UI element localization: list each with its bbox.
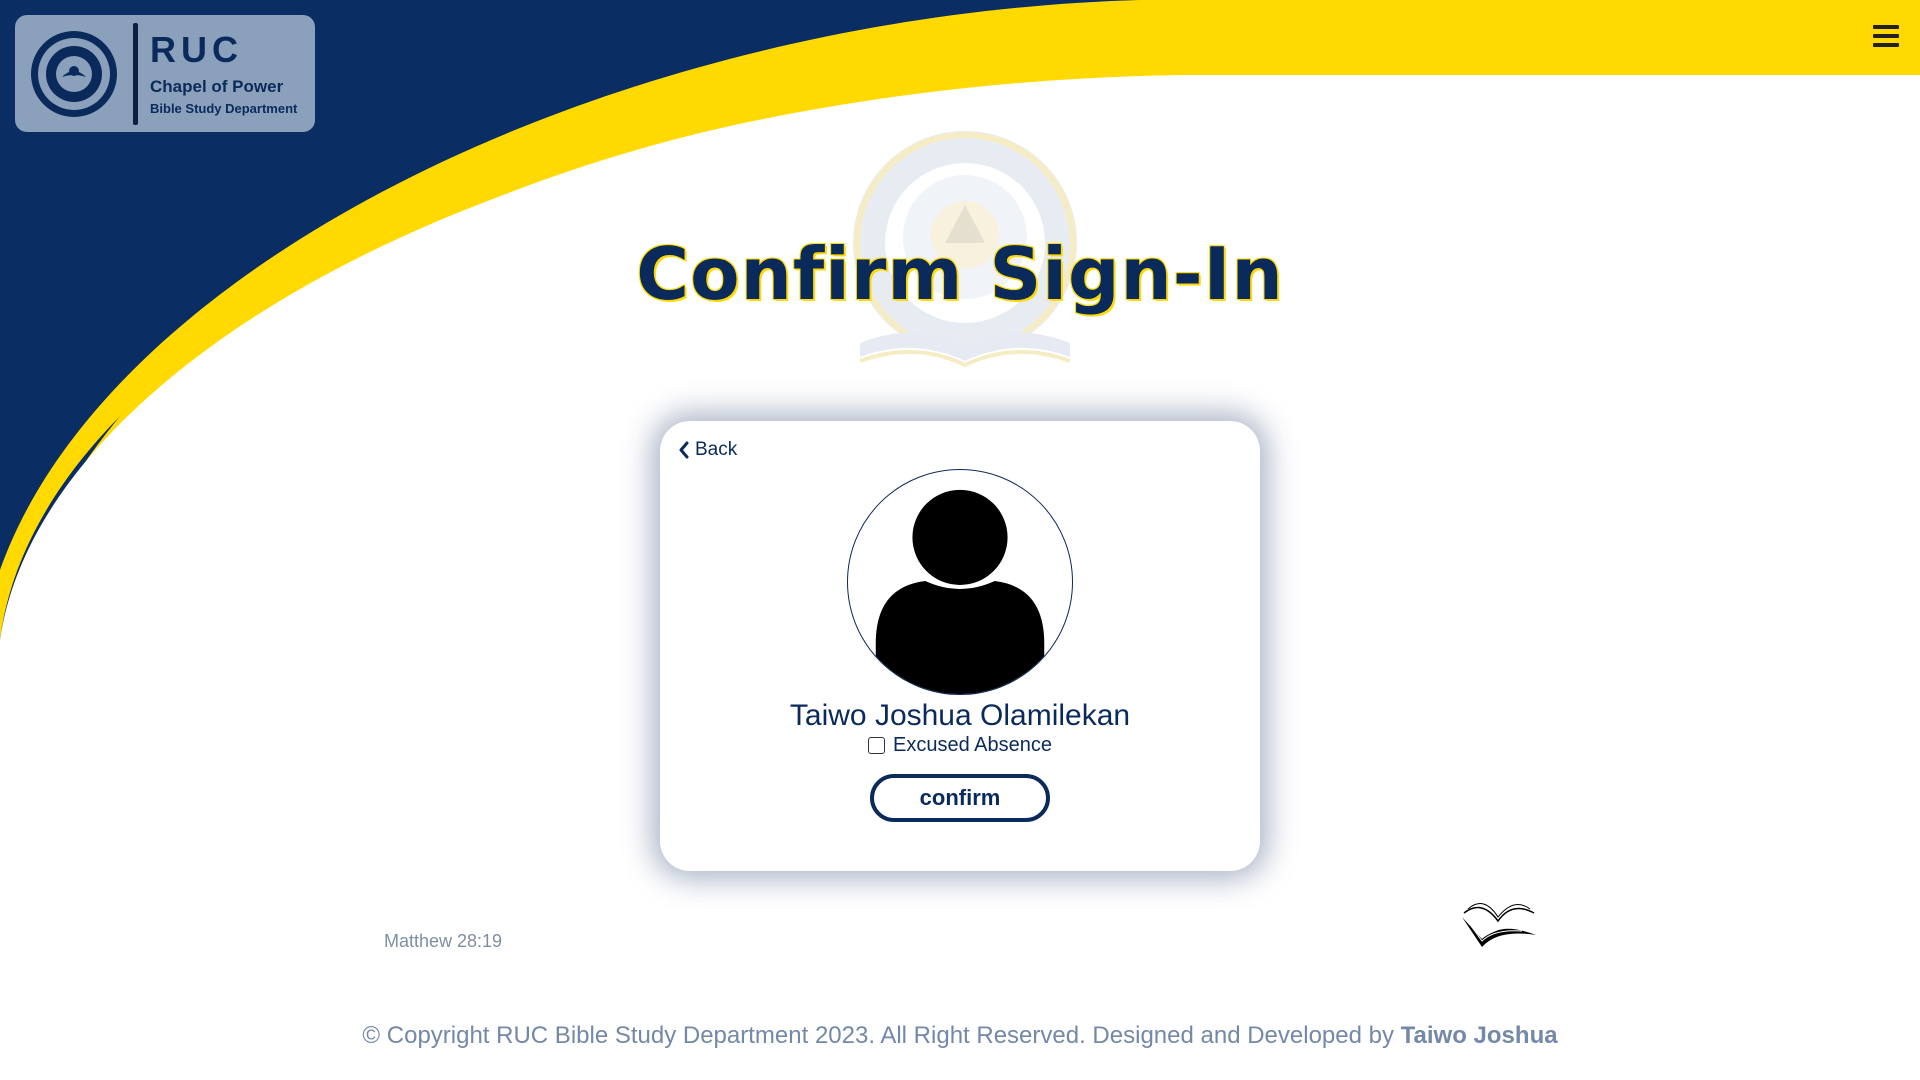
- excused-absence-row: Excused Absence: [660, 734, 1260, 757]
- footer-copyright: © Copyright RUC Bible Study Department 2…: [0, 1022, 1920, 1050]
- user-silhouette-icon: [875, 489, 1045, 694]
- chapel-seal-icon: [31, 30, 117, 117]
- brand-logo-badge[interactable]: RUC Chapel of Power Bible Study Departme…: [15, 15, 315, 132]
- brand-line1: Chapel of Power: [150, 76, 284, 96]
- back-label: Back: [695, 439, 738, 460]
- brand-line2: Bible Study Department: [150, 100, 298, 116]
- page-title: Confirm Sign-In: [636, 232, 1284, 316]
- excused-absence-label[interactable]: Excused Absence: [893, 734, 1052, 757]
- brand-abbr: RUC: [150, 28, 243, 70]
- confirm-card: Back Taiwo Joshua Olamilekan Excused Abs…: [660, 421, 1260, 871]
- user-name: Taiwo Joshua Olamilekan: [789, 699, 1131, 732]
- confirm-button[interactable]: confirm: [870, 774, 1050, 822]
- footer-text: © Copyright RUC Bible Study Department 2…: [362, 1022, 1394, 1049]
- avatar: [847, 469, 1073, 695]
- excused-absence-checkbox[interactable]: [868, 737, 885, 754]
- open-bible-icon: [1462, 903, 1536, 947]
- logo-divider: [133, 22, 138, 125]
- scripture-reference: Matthew 28:19: [384, 931, 503, 951]
- brand-text: RUC Chapel of Power Bible Study Departme…: [150, 28, 298, 118]
- back-button[interactable]: Back: [678, 439, 737, 461]
- hamburger-icon[interactable]: [1873, 25, 1899, 49]
- footer-author-link[interactable]: Taiwo Joshua: [1401, 1022, 1558, 1049]
- chevron-left-icon: [679, 441, 689, 459]
- sign-in-page: RUC Chapel of Power Bible Study Departme…: [0, 0, 1920, 1080]
